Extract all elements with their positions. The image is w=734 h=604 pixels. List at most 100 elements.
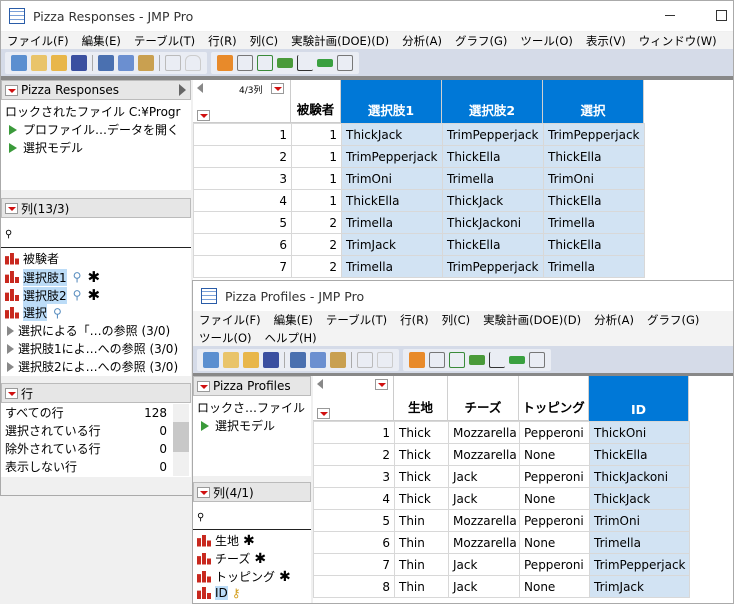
table-row[interactable]: 8 Thin Jack None TrimJack bbox=[313, 575, 690, 598]
row-number[interactable]: 8 bbox=[313, 575, 395, 598]
table-cell[interactable]: Jack bbox=[448, 465, 520, 488]
table-cell[interactable]: TrimPepperjack bbox=[589, 553, 690, 576]
column-header[interactable]: 選択肢2 bbox=[442, 80, 543, 123]
table-cell[interactable]: TrimJack bbox=[341, 233, 443, 256]
table-cell[interactable]: Trimella bbox=[442, 167, 544, 190]
row-number[interactable]: 1 bbox=[193, 123, 292, 146]
rows-panel-header[interactable]: 行 bbox=[1, 383, 191, 403]
table-row[interactable]: 6 Thin Mozzarella None Trimella bbox=[313, 531, 690, 554]
cut-icon[interactable] bbox=[290, 351, 306, 368]
table-cell[interactable]: Jack bbox=[448, 487, 520, 510]
minimize-button[interactable] bbox=[665, 15, 675, 16]
distribution-icon[interactable] bbox=[257, 54, 273, 71]
menu-item[interactable]: 行(R) bbox=[400, 311, 428, 329]
table-cell[interactable]: None bbox=[519, 443, 590, 466]
table-cell[interactable]: Thick bbox=[394, 421, 449, 444]
open-icon[interactable] bbox=[243, 351, 259, 368]
column-item[interactable]: チーズ ✱ bbox=[197, 550, 266, 567]
table-row[interactable]: 2 Thick Mozzarella None ThickElla bbox=[313, 443, 690, 466]
copy-icon[interactable] bbox=[118, 54, 134, 71]
table-cell[interactable]: ThickJack bbox=[341, 123, 443, 146]
menu-item[interactable]: ファイル(F) bbox=[199, 311, 261, 329]
table-cell[interactable]: Trimella bbox=[589, 531, 690, 554]
table-cell[interactable]: Trimella bbox=[543, 211, 645, 234]
collapse-arrow-icon[interactable] bbox=[179, 84, 186, 96]
column-header[interactable]: 生地 bbox=[394, 376, 448, 421]
table-cell[interactable]: ThickElla bbox=[341, 189, 443, 212]
row-number[interactable]: 5 bbox=[313, 509, 395, 532]
column-header[interactable]: 選択 bbox=[543, 80, 644, 123]
table-cell[interactable]: Mozzarella bbox=[448, 443, 520, 466]
table-cell[interactable]: ThickElla bbox=[543, 145, 645, 168]
menu-item[interactable]: 編集(E) bbox=[274, 311, 313, 329]
table-row[interactable]: 7 Thin Jack Pepperoni TrimPepperjack bbox=[313, 553, 690, 576]
table-cell[interactable]: Mozzarella bbox=[448, 531, 520, 554]
menu-item[interactable]: ウィンドウ(W) bbox=[639, 32, 717, 50]
edit-script-icon[interactable] bbox=[529, 351, 545, 368]
table-cell[interactable]: 1 bbox=[291, 123, 342, 146]
table-cell[interactable]: None bbox=[519, 575, 590, 598]
column-header[interactable]: 選択肢1 bbox=[341, 80, 442, 123]
table-cell[interactable]: ThickOni bbox=[589, 421, 690, 444]
save-icon[interactable] bbox=[263, 351, 279, 368]
column-item[interactable]: 生地 ✱ bbox=[197, 532, 255, 549]
table-row[interactable]: 6 2 TrimJack ThickElla ThickElla bbox=[193, 233, 645, 256]
table-cell[interactable]: TrimOni bbox=[589, 509, 690, 532]
cut-icon[interactable] bbox=[98, 54, 114, 71]
menu-item[interactable]: 分析(A) bbox=[402, 32, 442, 50]
row-number[interactable]: 7 bbox=[313, 553, 395, 576]
fit-model-icon[interactable] bbox=[317, 58, 333, 67]
menu-item[interactable]: ファイル(F) bbox=[7, 32, 69, 50]
table-row[interactable]: 5 2 Trimella ThickJackoni Trimella bbox=[193, 211, 645, 234]
maximize-button[interactable] bbox=[716, 10, 727, 21]
menu-item[interactable]: ツール(O) bbox=[520, 32, 573, 50]
row-number[interactable]: 4 bbox=[313, 487, 395, 510]
paste-icon[interactable] bbox=[138, 54, 154, 71]
table-cell[interactable]: Pepperoni bbox=[519, 509, 590, 532]
table-cell[interactable]: Thick bbox=[394, 487, 449, 510]
graph-builder-icon[interactable] bbox=[469, 354, 485, 365]
columns-red-triangle-icon[interactable] bbox=[271, 83, 284, 94]
table-cell[interactable]: Thin bbox=[394, 575, 449, 598]
red-triangle-menu-icon[interactable] bbox=[5, 202, 18, 214]
table-row[interactable]: 7 2 Trimella TrimPepperjack Trimella bbox=[193, 255, 645, 278]
table-cell[interactable]: 1 bbox=[291, 167, 342, 190]
table-cell[interactable]: Pepperoni bbox=[519, 553, 590, 576]
menu-item[interactable]: 列(C) bbox=[442, 311, 471, 329]
menu-item[interactable]: 表示(V) bbox=[586, 32, 626, 50]
row-number[interactable]: 1 bbox=[313, 421, 395, 444]
paste-icon[interactable] bbox=[330, 351, 346, 368]
table-cell[interactable]: Mozzarella bbox=[448, 421, 520, 444]
table-cell[interactable]: None bbox=[519, 487, 590, 510]
row-number[interactable]: 5 bbox=[193, 211, 292, 234]
column-search-input[interactable]: ⚲ bbox=[1, 220, 191, 248]
link-icon[interactable] bbox=[165, 54, 181, 71]
menu-item[interactable]: 列(C) bbox=[250, 32, 279, 50]
table-panel-header[interactable]: Pizza Responses bbox=[1, 80, 191, 100]
new-script-icon[interactable] bbox=[31, 54, 47, 71]
columns-panel-header[interactable]: 列(4/1) bbox=[193, 482, 311, 502]
table-cell[interactable]: ThickJackoni bbox=[442, 211, 544, 234]
table-cell[interactable]: ThickJack bbox=[589, 487, 690, 510]
table-cell[interactable]: 2 bbox=[291, 233, 342, 256]
table-cell[interactable]: TrimJack bbox=[589, 575, 690, 598]
column-header[interactable]: トッピング bbox=[519, 376, 589, 421]
menu-item[interactable]: テーブル(T) bbox=[326, 311, 387, 329]
table-cell[interactable]: ThickElla bbox=[442, 233, 544, 256]
column-item[interactable]: 選択 ⚲ bbox=[5, 304, 62, 321]
table-cell[interactable]: Thin bbox=[394, 553, 449, 576]
table-cell[interactable]: Jack bbox=[448, 553, 520, 576]
column-item[interactable]: トッピング ✱ bbox=[197, 568, 291, 585]
table-cell[interactable]: Pepperoni bbox=[519, 465, 590, 488]
table-row[interactable]: 4 1 ThickElla ThickJack ThickElla bbox=[193, 189, 645, 212]
table-cell[interactable]: Pepperoni bbox=[519, 421, 590, 444]
table-cell[interactable]: ThickJackoni bbox=[589, 465, 690, 488]
column-group[interactable]: 選択肢1によ…への参照 (3/0) bbox=[5, 340, 178, 357]
fit-y-by-x-icon[interactable] bbox=[297, 54, 313, 71]
column-info-icon[interactable] bbox=[429, 351, 445, 368]
table-cell[interactable]: Thick bbox=[394, 465, 449, 488]
table-cell[interactable]: ThickElla bbox=[543, 189, 645, 212]
column-item[interactable]: ID ⚷ bbox=[197, 586, 241, 600]
menu-item[interactable]: 編集(E) bbox=[82, 32, 121, 50]
table-cell[interactable]: 1 bbox=[291, 145, 342, 168]
